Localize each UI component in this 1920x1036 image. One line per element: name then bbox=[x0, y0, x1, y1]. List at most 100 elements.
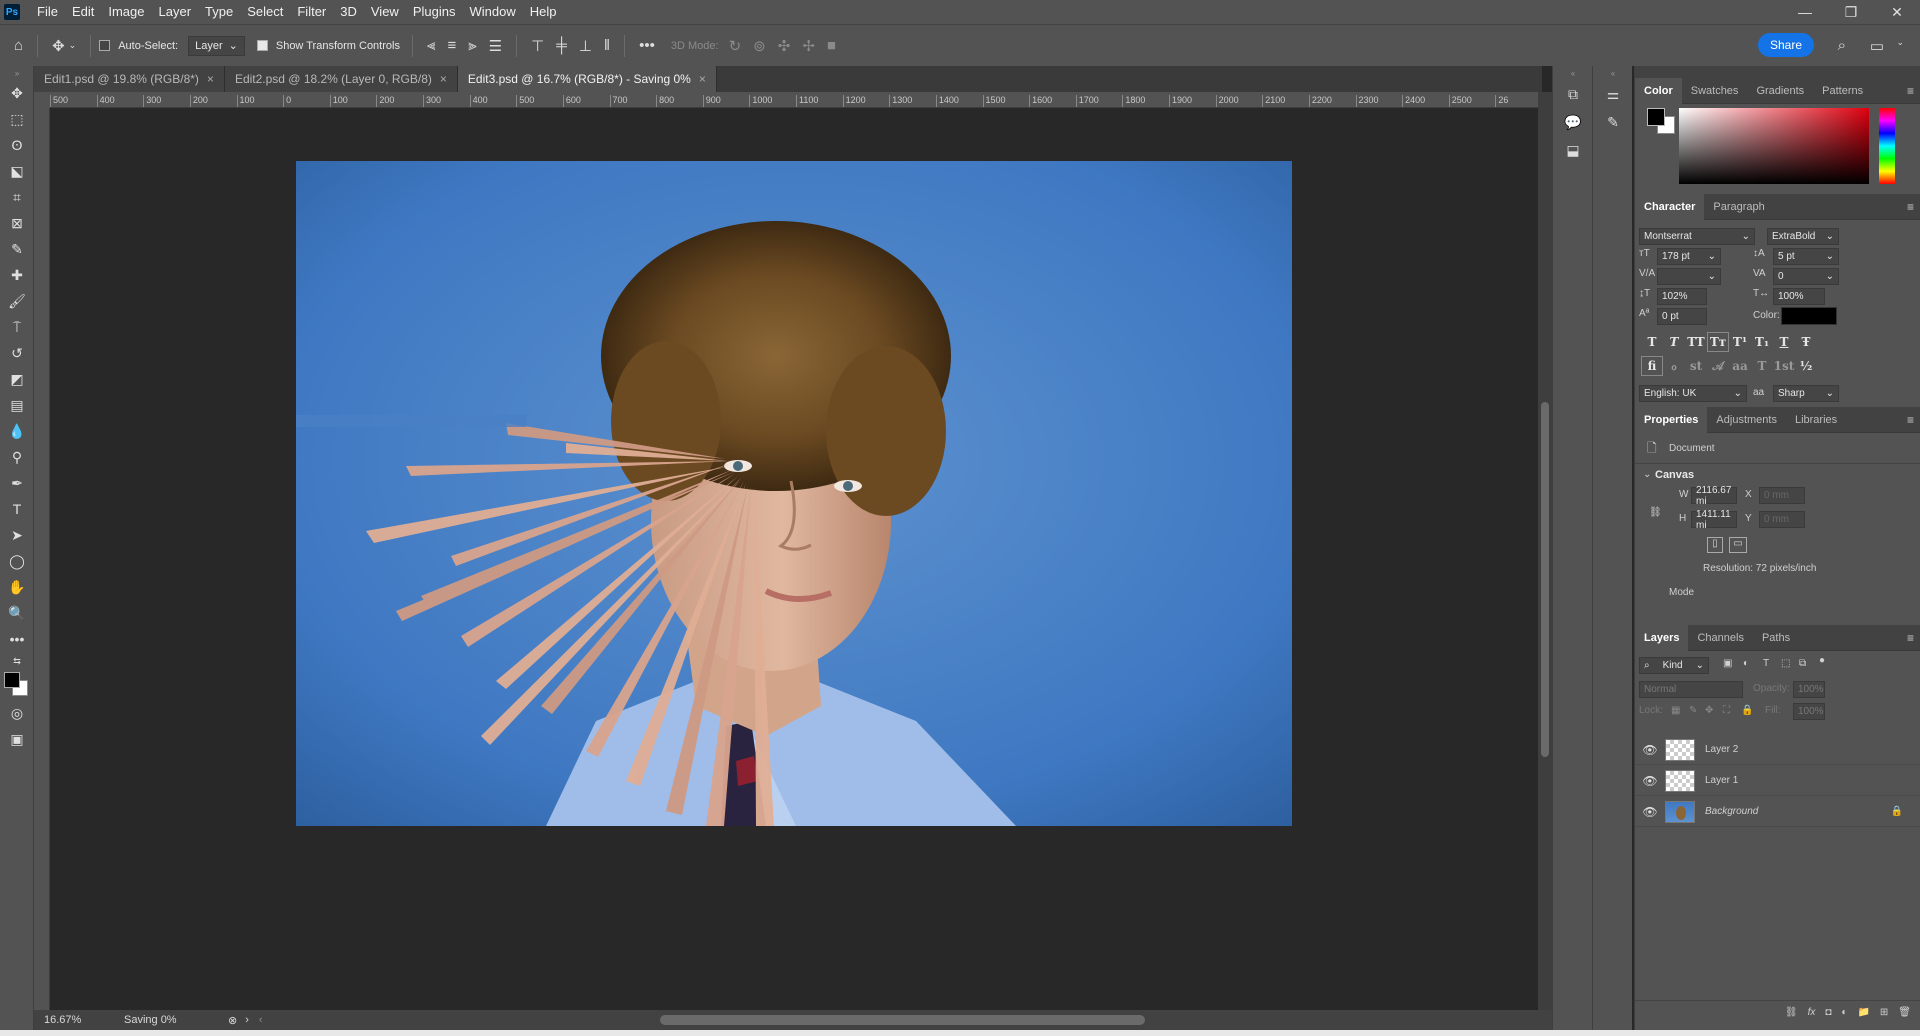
search-icon[interactable]: ⌕ bbox=[1838, 37, 1846, 54]
share-button[interactable]: Share bbox=[1757, 33, 1814, 57]
close-icon[interactable]: × bbox=[440, 72, 447, 86]
path-select-icon[interactable]: ➤ bbox=[0, 522, 34, 548]
text-color-swatch[interactable] bbox=[1781, 307, 1837, 325]
pen-tool-icon[interactable]: ✒ bbox=[0, 470, 34, 496]
menu-plugins[interactable]: Plugins bbox=[406, 0, 463, 24]
adjustment-layer-icon[interactable]: ◐ bbox=[1841, 1007, 1847, 1018]
move-tool-icon[interactable]: ✥ bbox=[0, 80, 34, 106]
shape-filter-icon[interactable]: ⬚ bbox=[1781, 658, 1790, 669]
font-size-field[interactable]: 178 pt ⌄ bbox=[1657, 248, 1721, 265]
tab-edit3[interactable]: Edit3.psd @ 16.7% (RGB/8*) - Saving 0% × bbox=[457, 66, 717, 92]
lock-artboard-icon[interactable]: ⛶ bbox=[1723, 705, 1730, 716]
tab-properties[interactable]: Properties bbox=[1635, 406, 1708, 433]
ligatures-button[interactable]: fi bbox=[1641, 356, 1663, 376]
layer-row-background[interactable]: 👁 Background 🔒 bbox=[1635, 797, 1920, 827]
screen-mode-icon[interactable]: ▣ bbox=[0, 726, 34, 752]
canvas-area[interactable] bbox=[50, 108, 1538, 1010]
visibility-eye-icon[interactable]: 👁 bbox=[1635, 805, 1665, 819]
collapse-icon[interactable]: « bbox=[1593, 66, 1633, 80]
tab-color[interactable]: Color bbox=[1635, 77, 1682, 104]
baseline-shift-field[interactable]: 0 pt bbox=[1657, 308, 1707, 325]
lock-all-icon[interactable]: 🔒 bbox=[1741, 705, 1753, 716]
strikethrough-button[interactable]: Ŧ bbox=[1795, 332, 1817, 352]
language-dropdown[interactable]: English: UK ⌄ bbox=[1639, 385, 1747, 402]
eraser-tool-icon[interactable]: ◩ bbox=[0, 366, 34, 392]
faux-bold-button[interactable]: T bbox=[1641, 332, 1663, 352]
blur-tool-icon[interactable]: 💧 bbox=[0, 418, 34, 444]
new-layer-icon[interactable]: ⊞ bbox=[1880, 1007, 1888, 1018]
tab-paths[interactable]: Paths bbox=[1753, 625, 1799, 651]
menu-help[interactable]: Help bbox=[523, 0, 564, 24]
auto-select-checkbox[interactable] bbox=[99, 40, 111, 51]
plugins-icon[interactable]: ⬓ bbox=[1553, 136, 1593, 164]
history-icon[interactable]: ⧉ bbox=[1553, 80, 1593, 108]
close-button[interactable]: ✕ bbox=[1874, 0, 1920, 24]
layer-row-layer-2[interactable]: 👁 Layer 2 bbox=[1635, 735, 1920, 765]
font-style-dropdown[interactable]: ExtraBold ⌄ bbox=[1767, 228, 1839, 245]
chevron-down-icon[interactable]: ⌄ bbox=[1643, 469, 1651, 480]
ordinals-button[interactable]: 1st bbox=[1773, 356, 1795, 376]
pixel-filter-icon[interactable]: ▣ bbox=[1723, 658, 1732, 669]
lasso-tool-icon[interactable]: ʘ bbox=[0, 132, 34, 158]
font-family-dropdown[interactable]: Montserrat ⌄ bbox=[1639, 228, 1755, 245]
brush-tool-icon[interactable]: 🖌 bbox=[0, 288, 34, 314]
filter-toggle-icon[interactable]: ● bbox=[1819, 655, 1825, 666]
color-field[interactable] bbox=[1679, 108, 1869, 184]
link-icon[interactable]: ⛓ bbox=[1649, 507, 1662, 518]
cancel-icon[interactable]: ⊗ bbox=[228, 1014, 237, 1027]
panel-menu-icon[interactable]: ≡ bbox=[1907, 200, 1914, 214]
menu-image[interactable]: Image bbox=[101, 0, 151, 24]
underline-button[interactable]: T bbox=[1773, 332, 1795, 352]
layer-name[interactable]: Background bbox=[1705, 806, 1758, 817]
panel-menu-icon[interactable]: ≡ bbox=[1907, 84, 1914, 98]
foreground-color-swatch[interactable] bbox=[4, 672, 20, 688]
subscript-button[interactable]: T₁ bbox=[1751, 332, 1773, 352]
align-top-icon[interactable]: ⊤ bbox=[531, 37, 544, 55]
tab-channels[interactable]: Channels bbox=[1688, 625, 1752, 651]
antialias-dropdown[interactable]: Sharp ⌄ bbox=[1773, 385, 1839, 402]
blend-mode-dropdown[interactable]: Normal bbox=[1639, 681, 1743, 698]
panel-menu-icon[interactable]: ≡ bbox=[1907, 413, 1914, 427]
visibility-eye-icon[interactable]: 👁 bbox=[1635, 774, 1665, 788]
lock-pixels-icon[interactable]: ✎ bbox=[1689, 705, 1697, 716]
show-transform-checkbox[interactable] bbox=[256, 40, 268, 51]
collapse-icon[interactable]: » bbox=[0, 66, 34, 80]
menu-edit[interactable]: Edit bbox=[65, 0, 101, 24]
close-icon[interactable]: × bbox=[207, 72, 214, 86]
chevron-right-icon[interactable]: › bbox=[245, 1014, 249, 1026]
canvas-height-field[interactable]: 1411.11 mi bbox=[1691, 509, 1737, 531]
lock-position-icon[interactable]: ✥ bbox=[1705, 705, 1713, 716]
close-icon[interactable]: × bbox=[699, 72, 706, 86]
chevron-down-icon[interactable]: ⌄ bbox=[69, 40, 77, 51]
layer-row-layer-1[interactable]: 👁 Layer 1 bbox=[1635, 766, 1920, 796]
menu-3d[interactable]: 3D bbox=[333, 0, 364, 24]
menu-view[interactable]: View bbox=[364, 0, 406, 24]
zoom-level[interactable]: 16.67% bbox=[44, 1014, 124, 1026]
type-filter-icon[interactable]: T bbox=[1763, 658, 1769, 669]
tab-swatches[interactable]: Swatches bbox=[1682, 78, 1748, 104]
lock-transparency-icon[interactable]: ▦ bbox=[1671, 705, 1680, 716]
faux-italic-button[interactable]: T bbox=[1663, 332, 1685, 352]
home-icon[interactable]: ⌂ bbox=[14, 37, 23, 54]
tab-libraries[interactable]: Libraries bbox=[1786, 407, 1846, 433]
gradient-tool-icon[interactable]: ▤ bbox=[0, 392, 34, 418]
y-field[interactable]: 0 mm bbox=[1759, 511, 1805, 528]
collapse-icon[interactable]: « bbox=[1553, 66, 1593, 80]
adjustment-filter-icon[interactable]: ◐ bbox=[1743, 658, 1749, 669]
align-center-icon[interactable]: ≡ bbox=[447, 37, 456, 54]
link-layers-icon[interactable]: ⛓ bbox=[1785, 1007, 1798, 1018]
superscript-button[interactable]: T¹ bbox=[1729, 332, 1751, 352]
tab-paragraph[interactable]: Paragraph bbox=[1704, 194, 1773, 220]
swap-colors-icon[interactable]: ⇆ bbox=[0, 652, 34, 670]
foreground-color-swatch[interactable] bbox=[1647, 108, 1665, 126]
align-right-icon[interactable]: ⫸ bbox=[468, 37, 476, 54]
add-mask-icon[interactable]: ◘ bbox=[1825, 1007, 1831, 1018]
move-tool-icon[interactable]: ✥ bbox=[52, 37, 65, 55]
fill-field[interactable]: 100% bbox=[1793, 703, 1825, 720]
comments-icon[interactable]: 💬 bbox=[1553, 108, 1593, 136]
hue-slider[interactable] bbox=[1879, 108, 1895, 184]
scrollbar-thumb[interactable] bbox=[1541, 402, 1549, 757]
chevron-left-icon[interactable]: ‹ bbox=[259, 1014, 263, 1026]
distribute-vertical-icon[interactable]: ‖ bbox=[604, 37, 610, 54]
horizontal-ruler[interactable]: 500 400 300 200 100 0 100 200 300 400 500 600 700 800… bbox=[50, 92, 1542, 108]
